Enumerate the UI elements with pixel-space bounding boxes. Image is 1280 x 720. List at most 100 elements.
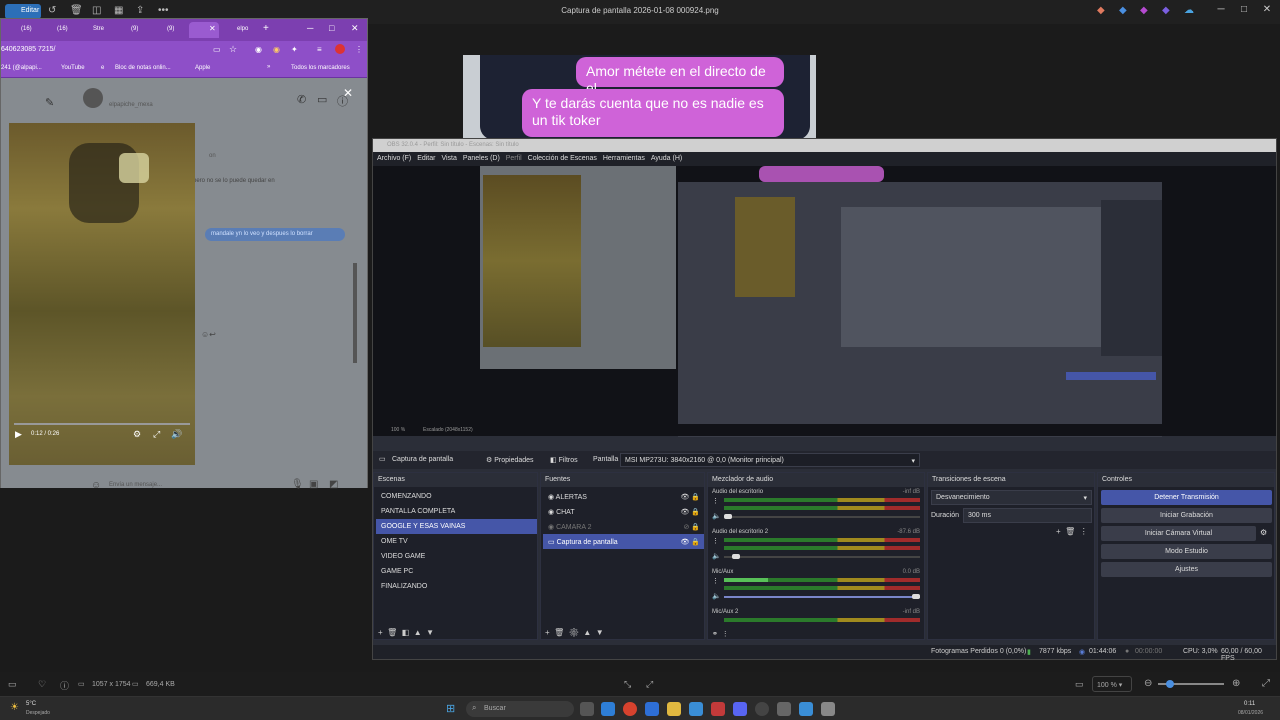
add-icon[interactable]: + <box>545 628 550 637</box>
more-bookmarks-icon[interactable]: » <box>267 64 270 70</box>
close-icon[interactable]: ✕ <box>351 23 359 34</box>
source-item-selected[interactable]: ▭ Captura de pantalla 👁 🔒 <box>543 534 704 549</box>
eye-icon[interactable]: 👁 🔒 <box>680 493 700 501</box>
browser-tab[interactable]: Stre <box>79 22 113 38</box>
volume-slider[interactable] <box>724 596 920 598</box>
preview-zoom[interactable]: 100 % <box>391 427 405 433</box>
browser-tab[interactable]: (16) <box>43 22 75 38</box>
volume-slider[interactable] <box>724 556 920 558</box>
down-icon[interactable]: ▼ <box>426 628 434 637</box>
menu-coleccion[interactable]: Colección de Escenas <box>528 155 597 162</box>
bookmark[interactable]: e <box>101 65 104 71</box>
menu-icon[interactable]: ⋮ <box>355 45 363 54</box>
eye-icon[interactable]: 👁 🔒 <box>680 538 700 546</box>
browser-tab[interactable]: (16) <box>7 22 39 38</box>
phone-icon[interactable]: ✆ <box>297 93 306 106</box>
source-item[interactable]: ◉ CHAT 👁 🔒 <box>543 504 704 519</box>
zoom-slider-handle[interactable] <box>1166 680 1174 688</box>
browser-tab[interactable]: (9) <box>153 22 187 38</box>
trash-icon[interactable]: 🗑 <box>387 628 397 637</box>
filters-button[interactable]: ◧ Filtros <box>550 456 578 464</box>
app-icon[interactable] <box>711 702 725 716</box>
video-call-icon[interactable]: ▭ <box>317 93 327 106</box>
screen-select[interactable]: MSI MP273U: 3840x2160 @ 0,0 (Monitor pri… <box>620 453 920 467</box>
gear-icon[interactable]: ⚙ <box>569 628 579 637</box>
bookmark[interactable]: Apple <box>195 65 210 71</box>
eye-hidden-icon[interactable]: ⊘ 🔒 <box>683 523 700 531</box>
eye-icon[interactable]: 👁 🔒 <box>680 508 700 516</box>
minimize-icon[interactable]: ─ <box>307 23 313 33</box>
obs-icon[interactable] <box>755 702 769 716</box>
menu-icon[interactable]: ⋮ <box>722 631 729 638</box>
channel-menu-icon[interactable]: ⋮ <box>712 577 719 585</box>
volume-slider-handle[interactable] <box>724 514 732 519</box>
add-icon[interactable]: + <box>1056 527 1061 536</box>
scene-item[interactable]: FINALIZANDO <box>376 579 537 594</box>
bookmark[interactable]: 241 (@alpapi... <box>1 65 42 71</box>
react-icon[interactable]: ☺↩ <box>201 330 216 339</box>
trash-icon[interactable]: 🗑 <box>554 628 564 637</box>
browser-tab[interactable]: elpo <box>223 22 257 38</box>
gear-icon[interactable]: ⚙ <box>1260 528 1267 537</box>
maximize-icon[interactable]: □ <box>329 23 334 33</box>
obs-preview[interactable]: 100 % Escalado (2048x1152) <box>373 166 1276 437</box>
start-virtual-camera-button[interactable]: Iniciar Cámara Virtual <box>1101 526 1256 541</box>
volume-slider-handle[interactable] <box>732 554 740 559</box>
taskbar-search[interactable]: ⌕ Buscar <box>466 701 574 717</box>
channel-menu-icon[interactable]: ⋮ <box>712 537 719 545</box>
preview-scale[interactable]: Escalado (2048x1152) <box>423 427 473 433</box>
puzzle-icon[interactable]: ✦ <box>291 45 298 54</box>
fit-icon[interactable]: ⤡ <box>624 679 631 690</box>
app-icon[interactable] <box>821 702 835 716</box>
fit-screen-icon[interactable]: ⤢ <box>1262 678 1270 689</box>
duration-input[interactable]: 300 ms <box>963 508 1092 523</box>
address-bar[interactable]: 640623085 7215/ ▭ ☆ ◉ ◉ ✦ ≡ ⋮ <box>1 41 367 59</box>
info-icon[interactable]: ⓘ <box>60 679 69 692</box>
fullscreen-icon[interactable]: ⤢ <box>153 429 160 440</box>
zoom-in-icon[interactable]: ⊕ <box>1232 678 1240 689</box>
source-item[interactable]: ◉ ALERTAS 👁 🔒 <box>543 489 704 504</box>
mic-icon[interactable]: 🎙 <box>291 479 304 490</box>
avatar[interactable] <box>83 88 103 108</box>
trash-icon[interactable]: 🗑 <box>1065 527 1075 536</box>
app-icon[interactable] <box>799 702 813 716</box>
message-input[interactable]: Envía un mensaje... <box>109 482 162 488</box>
transition-select[interactable]: Desvanecimiento ▾ <box>931 490 1092 505</box>
volume-slider[interactable] <box>724 516 920 518</box>
extension-icon[interactable]: ◉ <box>255 45 262 54</box>
scene-item[interactable]: VIDEO GAME <box>376 549 537 564</box>
up-icon[interactable]: ▲ <box>583 628 591 637</box>
filter-icon[interactable]: ◧ <box>402 628 410 637</box>
bookmark-folder[interactable]: Todos los marcadores <box>291 65 350 71</box>
link-icon[interactable]: ⚭ <box>712 631 718 638</box>
image-icon[interactable]: ▣ <box>309 479 318 490</box>
start-recording-button[interactable]: Iniciar Grabación <box>1101 508 1272 523</box>
profile-avatar[interactable] <box>335 44 345 54</box>
menu-herramientas[interactable]: Herramientas <box>603 155 645 162</box>
video-player[interactable]: ▶ 0:12 / 0:26 ⚙ ⤢ 🔊 <box>9 123 195 465</box>
close-video-icon[interactable]: ✕ <box>343 86 353 100</box>
menu-perfil[interactable]: Perfil <box>506 155 522 162</box>
menu-paneles[interactable]: Paneles (D) <box>463 155 500 162</box>
store-icon[interactable] <box>645 702 659 716</box>
file-explorer-icon[interactable] <box>667 702 681 716</box>
add-icon[interactable]: + <box>378 628 383 637</box>
cast-icon[interactable]: ▭ <box>213 45 221 54</box>
zoom-out-icon[interactable]: ⊖ <box>1144 678 1152 689</box>
speaker-icon[interactable]: 🔈 <box>712 512 721 520</box>
menu-vista[interactable]: Vista <box>441 155 456 162</box>
media-icon[interactable]: ≡ <box>317 45 322 54</box>
source-item[interactable]: ◉ CAMARA 2 ⊘ 🔒 <box>543 519 704 534</box>
browser-tab[interactable]: (9) <box>117 22 151 38</box>
video-seekbar[interactable] <box>14 423 190 425</box>
scene-item-selected[interactable]: GOOGLE Y ESAS VAINAS <box>376 519 537 534</box>
scene-item[interactable]: OME TV <box>376 534 537 549</box>
properties-button[interactable]: ⚙ Propiedades <box>486 456 534 464</box>
settings-icon[interactable]: ⚙ <box>133 429 141 440</box>
scene-item[interactable]: PANTALLA COMPLETA <box>376 504 537 519</box>
extension-icon[interactable]: ◉ <box>273 45 280 54</box>
favorite-icon[interactable]: ♡ <box>38 679 46 690</box>
menu-ayuda[interactable]: Ayuda (H) <box>651 155 682 162</box>
down-icon[interactable]: ▼ <box>596 628 604 637</box>
clock-date[interactable]: 08/01/2026 <box>1238 710 1263 716</box>
